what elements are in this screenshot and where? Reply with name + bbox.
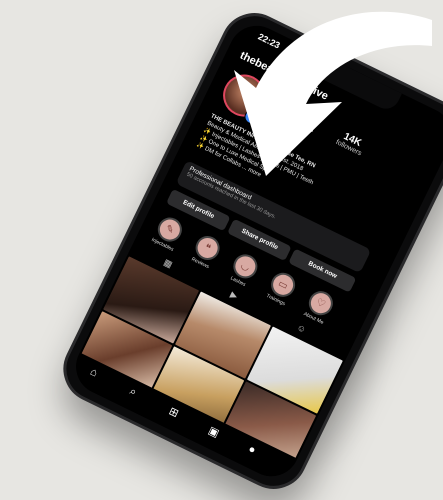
search-icon[interactable]: ⌕ [127,385,139,399]
new-post-icon[interactable]: ⊞ [167,404,181,420]
reels-icon[interactable]: ▶ [228,289,240,302]
highlight-trainings[interactable]: ▭ Trainings [259,267,304,311]
reels-nav-icon[interactable]: ▣ [206,424,221,440]
curved-arrow-icon [234,11,432,176]
grid-icon[interactable]: ▦ [162,257,174,271]
highlight-reviews[interactable]: ❝ Reviews [184,230,229,274]
highlight-about-me[interactable]: ♡ About Me [297,285,342,329]
highlight-injectables[interactable]: ✎ Injectables [146,211,191,255]
highlight-lashes[interactable]: ◡ Lashes [221,248,266,292]
tagged-icon[interactable]: ☺ [295,322,308,335]
home-icon[interactable]: ⌂ [88,366,99,380]
arrow-shape [234,11,432,176]
